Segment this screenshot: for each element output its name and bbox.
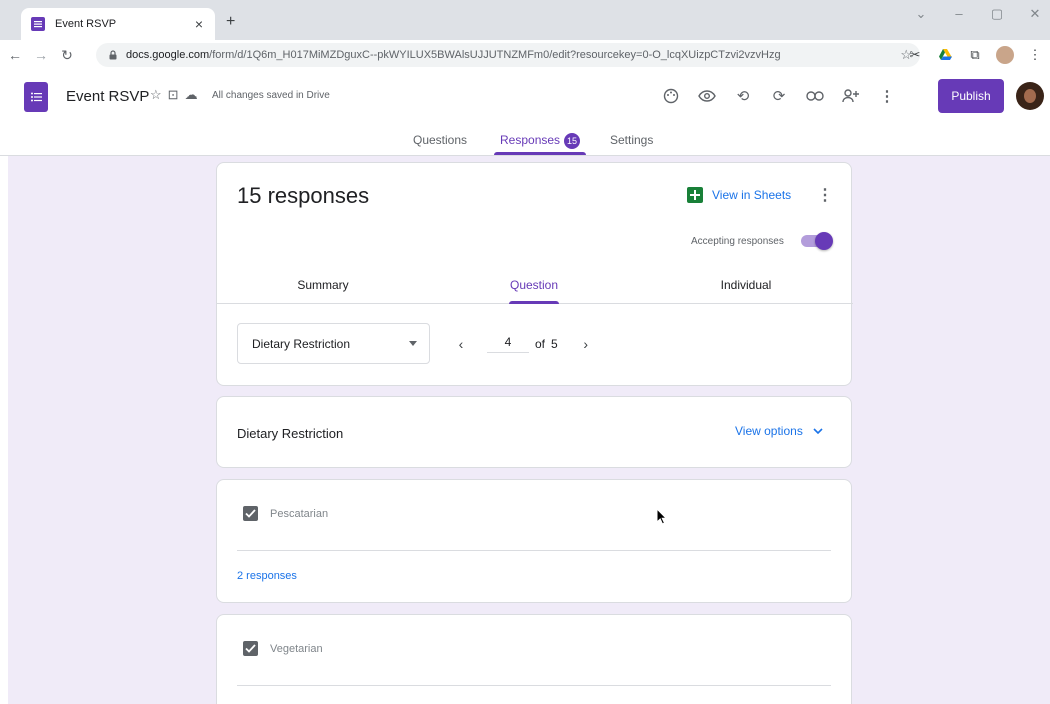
url-text: docs.google.com/form/d/1Q6m_H017MiMZDgux… [126, 49, 900, 61]
star-icon[interactable]: ☆ [150, 87, 162, 103]
subtab-question[interactable]: Question [484, 278, 584, 292]
move-folder-icon[interactable]: ⊡ [168, 87, 179, 103]
title-actions: ☆ ⊡ ☁ [150, 87, 198, 103]
forward-arrow-icon[interactable]: → [30, 44, 52, 66]
divider [237, 550, 831, 551]
form-title[interactable]: Event RSVP [66, 88, 149, 105]
chevron-down-icon[interactable]: ⌄ [912, 6, 930, 22]
question-select-value: Dietary Restriction [252, 336, 351, 351]
view-in-sheets-button[interactable]: View in Sheets [687, 187, 791, 203]
save-status: All changes saved in Drive [212, 90, 330, 101]
checkbox-checked-icon [243, 506, 258, 521]
address-bar[interactable]: docs.google.com/form/d/1Q6m_H017MiMZDgux… [96, 43, 920, 67]
answer-option-label: Pescatarian [270, 507, 329, 520]
preview-eye-icon[interactable] [696, 85, 718, 107]
puzzle-extensions-icon[interactable]: ⧉ [966, 46, 984, 64]
undo-icon[interactable]: ⟲ [732, 85, 754, 107]
cloud-saved-icon: ☁ [184, 87, 198, 102]
forms-favicon-icon [31, 17, 45, 31]
redo-icon[interactable]: ⟳ [768, 85, 790, 107]
answer-card: Pescatarian 2 responses [216, 479, 852, 603]
question-pager: ‹ 4 of 5 › [453, 335, 594, 353]
browser-tab[interactable]: Event RSVP × [21, 8, 215, 40]
answer-option-label: Vegetarian [270, 642, 323, 655]
tab-responses[interactable]: Responses 15 [500, 133, 581, 149]
header-toolbar: ⟲ ⟳ ⋮ [660, 85, 898, 107]
answer-option: Vegetarian [243, 641, 323, 656]
chevron-right-icon[interactable]: › [578, 336, 594, 352]
responses-count-badge: 15 [564, 133, 581, 149]
reload-icon[interactable]: ↻ [56, 44, 78, 66]
responses-count-title: 15 responses [237, 183, 370, 208]
view-in-sheets-label: View in Sheets [712, 188, 792, 202]
pager-total: 5 [551, 337, 558, 351]
divider [237, 685, 831, 686]
chevron-down-icon [813, 428, 823, 434]
pager-current-input[interactable]: 4 [487, 335, 529, 353]
user-avatar[interactable] [1016, 82, 1044, 110]
add-collaborator-icon[interactable] [840, 85, 862, 107]
publish-button[interactable]: Publish [938, 79, 1004, 113]
url-path: /form/d/1Q6m_H017MiMZDguxC--pkWYILUX5BWA… [209, 49, 781, 61]
response-view-tabs: Summary Question Individual [217, 271, 853, 304]
subtab-summary[interactable]: Summary [273, 278, 373, 292]
scissors-icon[interactable]: ✂ [906, 46, 924, 64]
answer-response-count[interactable]: 2 responses [237, 570, 297, 582]
question-header-card: Dietary Restriction View options [216, 396, 852, 468]
toggle-knob [815, 232, 833, 250]
more-vert-icon[interactable]: ⋮ [876, 85, 898, 107]
browser-toolbar: ← → ↻ docs.google.com/form/d/1Q6m_H017Mi… [0, 40, 1050, 70]
view-options-button[interactable]: View options [735, 424, 823, 438]
tab-responses-label: Responses [500, 133, 561, 148]
responses-summary-card: 15 responses View in Sheets ⋮ Accepting … [216, 162, 853, 386]
back-arrow-icon[interactable]: ← [4, 44, 26, 66]
new-tab-button[interactable]: + [226, 13, 235, 31]
responses-content[interactable]: 15 responses View in Sheets ⋮ Accepting … [8, 156, 1050, 704]
subtab-indicator [509, 301, 559, 304]
forms-header: Event RSVP ☆ ⊡ ☁ All changes saved in Dr… [0, 70, 1050, 156]
view-options-label: View options [735, 424, 803, 438]
tab-settings[interactable]: Settings [610, 133, 653, 147]
question-select[interactable]: Dietary Restriction [237, 323, 430, 364]
main-tabs: Questions Responses 15 Settings [0, 126, 1050, 156]
sheets-icon [687, 187, 703, 203]
active-tab-indicator [494, 152, 586, 155]
answer-option: Pescatarian [243, 506, 328, 521]
tab-close-icon[interactable]: × [191, 16, 207, 32]
extensions-area: ✂ ⧉ ⋮ [906, 46, 1044, 64]
lock-icon [109, 50, 117, 60]
drive-icon[interactable] [936, 46, 954, 64]
link-icon[interactable] [804, 85, 826, 107]
dropdown-caret-icon [409, 341, 417, 346]
window-controls: ⌄ – ▢ ✕ [912, 6, 1044, 22]
mouse-cursor-icon [656, 508, 668, 525]
maximize-icon[interactable]: ▢ [988, 6, 1006, 22]
tab-title: Event RSVP [55, 18, 117, 30]
forms-logo-icon[interactable] [24, 82, 48, 112]
answer-card: Vegetarian [216, 614, 852, 704]
close-window-icon[interactable]: ✕ [1026, 6, 1044, 22]
subtab-individual[interactable]: Individual [696, 278, 796, 292]
question-title: Dietary Restriction [237, 426, 344, 441]
checkbox-checked-icon [243, 641, 258, 656]
profile-avatar[interactable] [996, 46, 1014, 64]
browser-menu-icon[interactable]: ⋮ [1026, 46, 1044, 64]
browser-tabstrip: Event RSVP × + ⌄ – ▢ ✕ [0, 0, 1050, 40]
accepting-responses-label: Accepting responses [691, 236, 784, 247]
minimize-icon[interactable]: – [950, 6, 968, 22]
accepting-responses-toggle[interactable] [801, 232, 833, 250]
pager-of-label: of [535, 337, 546, 351]
url-host: docs.google.com [126, 49, 210, 61]
tab-questions[interactable]: Questions [413, 133, 467, 147]
chevron-left-icon[interactable]: ‹ [453, 336, 469, 352]
palette-icon[interactable] [660, 85, 682, 107]
responses-more-icon[interactable]: ⋮ [817, 185, 833, 205]
